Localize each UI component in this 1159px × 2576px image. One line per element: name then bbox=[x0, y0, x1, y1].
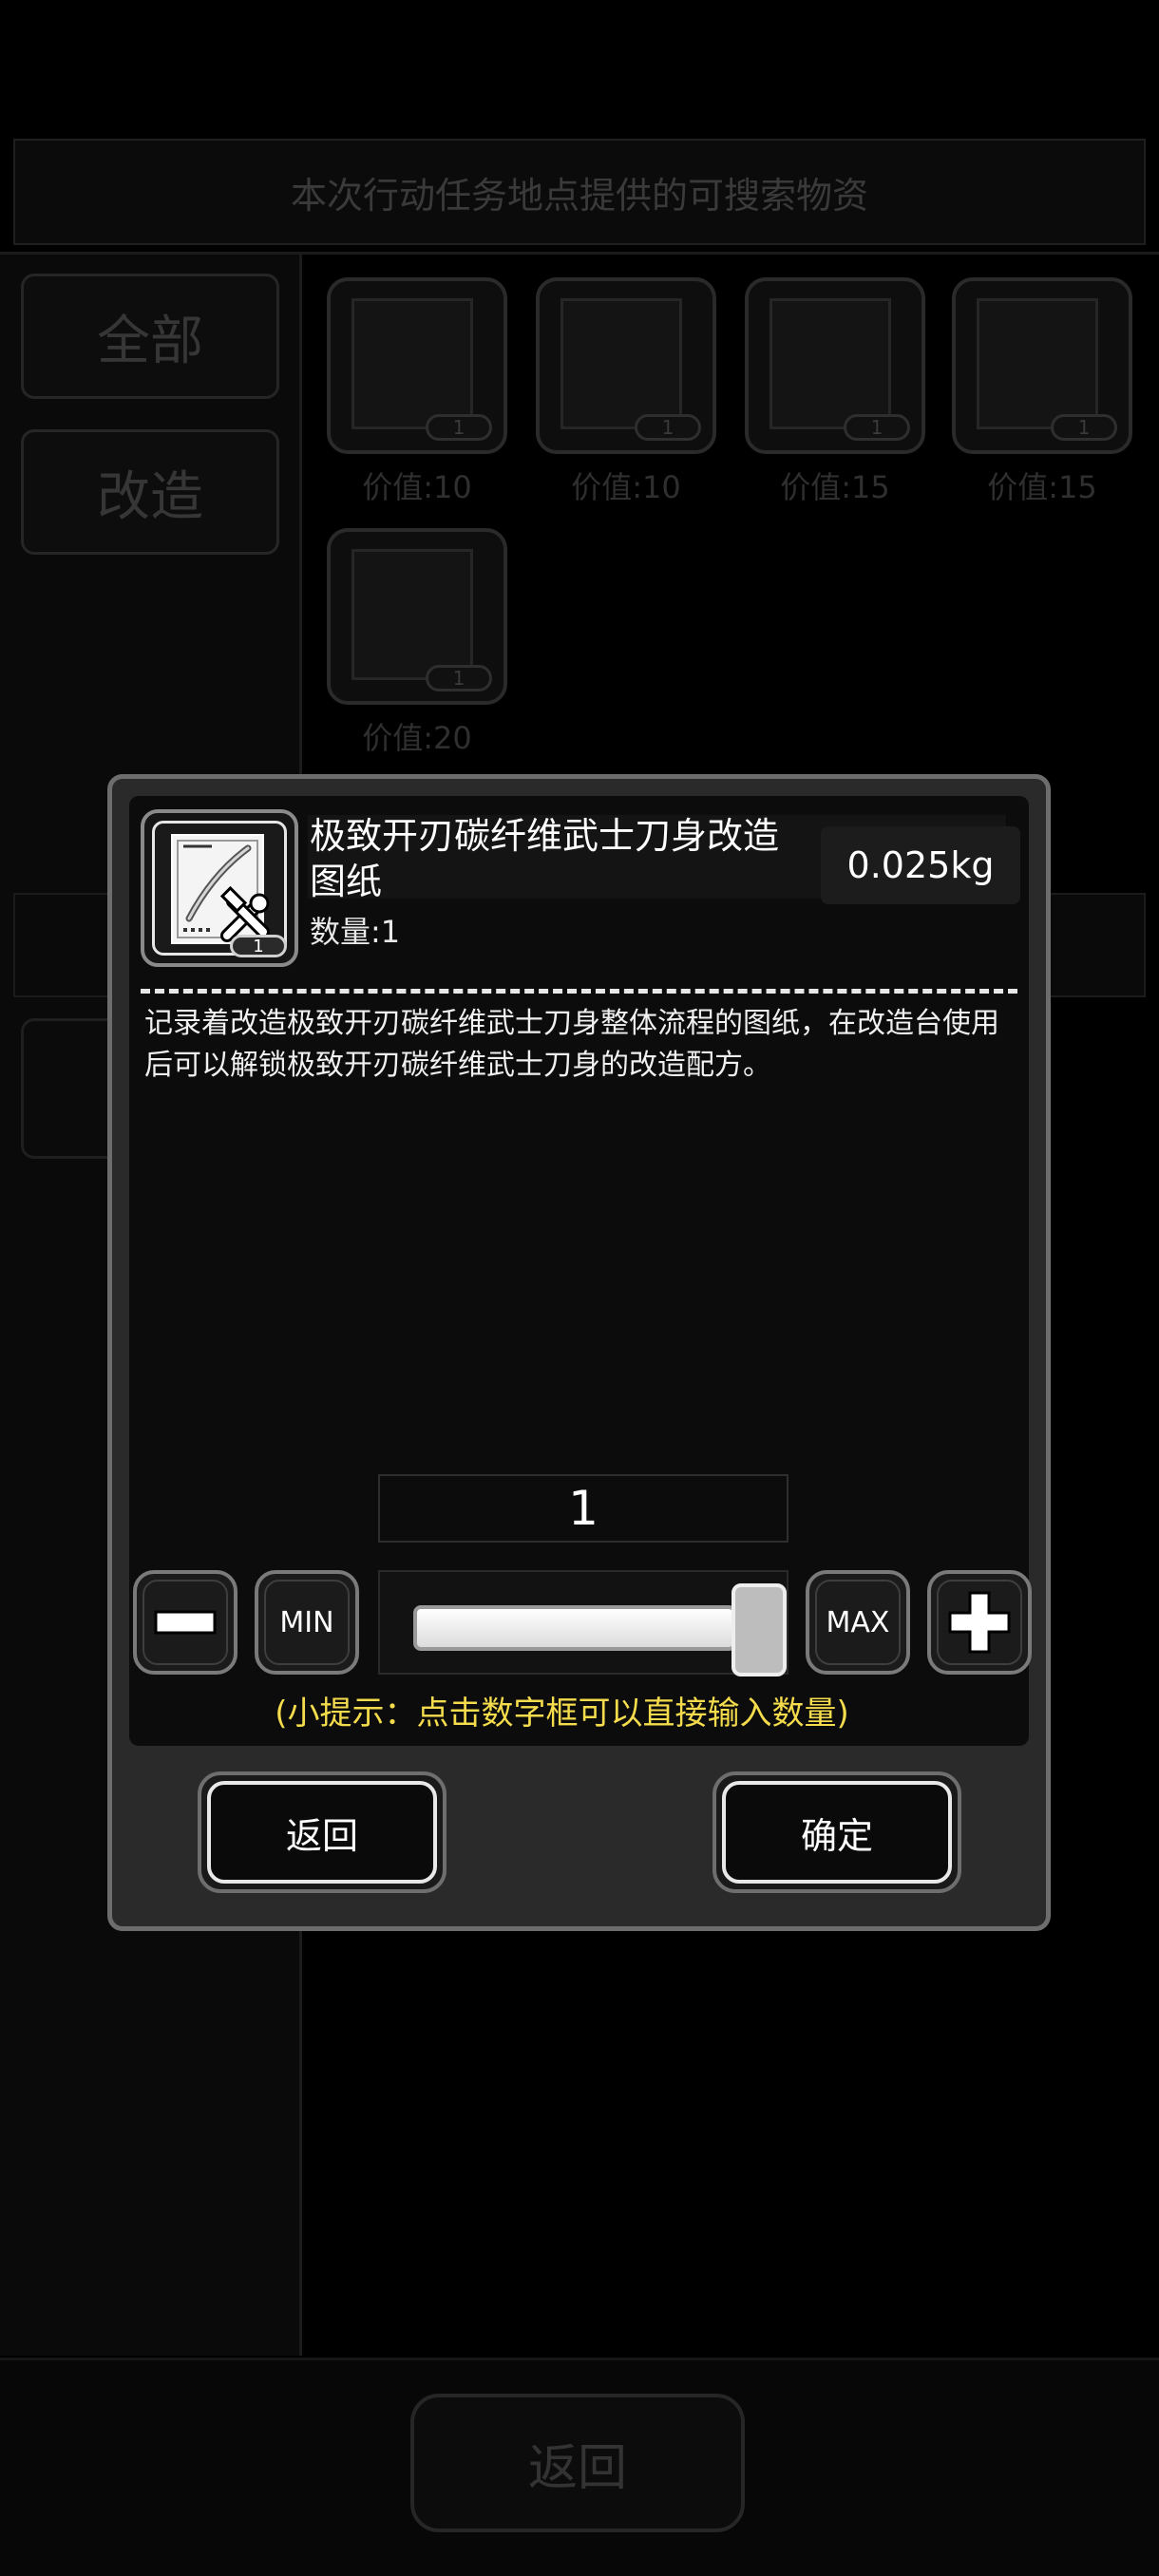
blueprint-icon bbox=[770, 298, 891, 429]
back-button-label: 返回 bbox=[207, 1781, 437, 1884]
item-count: 1 bbox=[1051, 414, 1117, 441]
quantity-input[interactable]: 1 bbox=[378, 1474, 788, 1543]
item-count-badge: 1 bbox=[230, 935, 287, 957]
quantity-input-value: 1 bbox=[568, 1481, 598, 1536]
search-header: 本次行动任务地点提供的可搜索物资 bbox=[13, 139, 1146, 245]
min-button[interactable]: MIN bbox=[255, 1570, 359, 1675]
item-count: 1 bbox=[844, 414, 910, 441]
item-slot[interactable]: 1 bbox=[327, 528, 507, 705]
item-quantity: 数量:1 bbox=[310, 914, 401, 950]
item-value: 价值:15 bbox=[780, 469, 890, 505]
category-modify-button[interactable]: 改造 bbox=[21, 429, 279, 555]
item-slot[interactable]: 1 bbox=[745, 277, 925, 454]
item-name: 极致开刃碳纤维武士刀身改造图纸 bbox=[310, 815, 780, 902]
category-modify-label: 改造 bbox=[97, 465, 203, 528]
increase-button[interactable] bbox=[927, 1570, 1032, 1675]
item-count: 1 bbox=[426, 414, 492, 441]
item-value: 价值:10 bbox=[571, 469, 681, 505]
blueprint-icon bbox=[352, 298, 473, 429]
slider-thumb[interactable] bbox=[732, 1583, 787, 1676]
item-count: 1 bbox=[426, 665, 492, 691]
blueprint-icon bbox=[560, 298, 682, 429]
back-button[interactable]: 返回 bbox=[198, 1771, 446, 1893]
search-header-text: 本次行动任务地点提供的可搜索物资 bbox=[290, 174, 868, 217]
decrease-button[interactable] bbox=[133, 1570, 238, 1675]
item-count: 1 bbox=[635, 414, 701, 441]
item-value: 价值:10 bbox=[362, 469, 472, 505]
confirm-button[interactable]: 确定 bbox=[712, 1771, 961, 1893]
item-value: 价值:15 bbox=[987, 469, 1097, 505]
back-button[interactable]: 返回 bbox=[410, 2394, 745, 2532]
item-detail-dialog: 1 极致开刃碳纤维武士刀身改造图纸 数量:1 0.025kg 记录着改造极致开刃… bbox=[107, 774, 1051, 1931]
confirm-button-label: 确定 bbox=[722, 1781, 952, 1884]
item-value: 价值:20 bbox=[362, 720, 472, 756]
item-weight-value: 0.025kg bbox=[846, 844, 995, 886]
item-slot[interactable]: 1 bbox=[952, 277, 1132, 454]
item-slot[interactable]: 1 bbox=[536, 277, 716, 454]
back-label: 返回 bbox=[527, 2439, 627, 2497]
item-header: 1 极致开刃碳纤维武士刀身改造图纸 数量:1 0.025kg bbox=[129, 796, 1029, 986]
max-button[interactable]: MAX bbox=[806, 1570, 910, 1675]
item-slot[interactable]: 1 bbox=[327, 277, 507, 454]
slider-fill bbox=[413, 1605, 736, 1651]
category-all-label: 全部 bbox=[97, 310, 203, 372]
input-hint: (小提示：点击数字框可以直接输入数量) bbox=[275, 1695, 849, 1733]
item-description: 记录着改造极致开刃碳纤维武士刀身整体流程的图纸，在改造台使用后可以解锁极致开刃碳… bbox=[144, 1007, 999, 1082]
dashed-divider bbox=[141, 989, 1017, 994]
blueprint-icon bbox=[352, 549, 473, 680]
quantity-slider[interactable] bbox=[378, 1570, 788, 1676]
item-icon: 1 bbox=[141, 809, 298, 967]
blueprint-icon bbox=[977, 298, 1098, 429]
item-weight: 0.025kg bbox=[821, 826, 1020, 904]
category-all-button[interactable]: 全部 bbox=[21, 274, 279, 399]
